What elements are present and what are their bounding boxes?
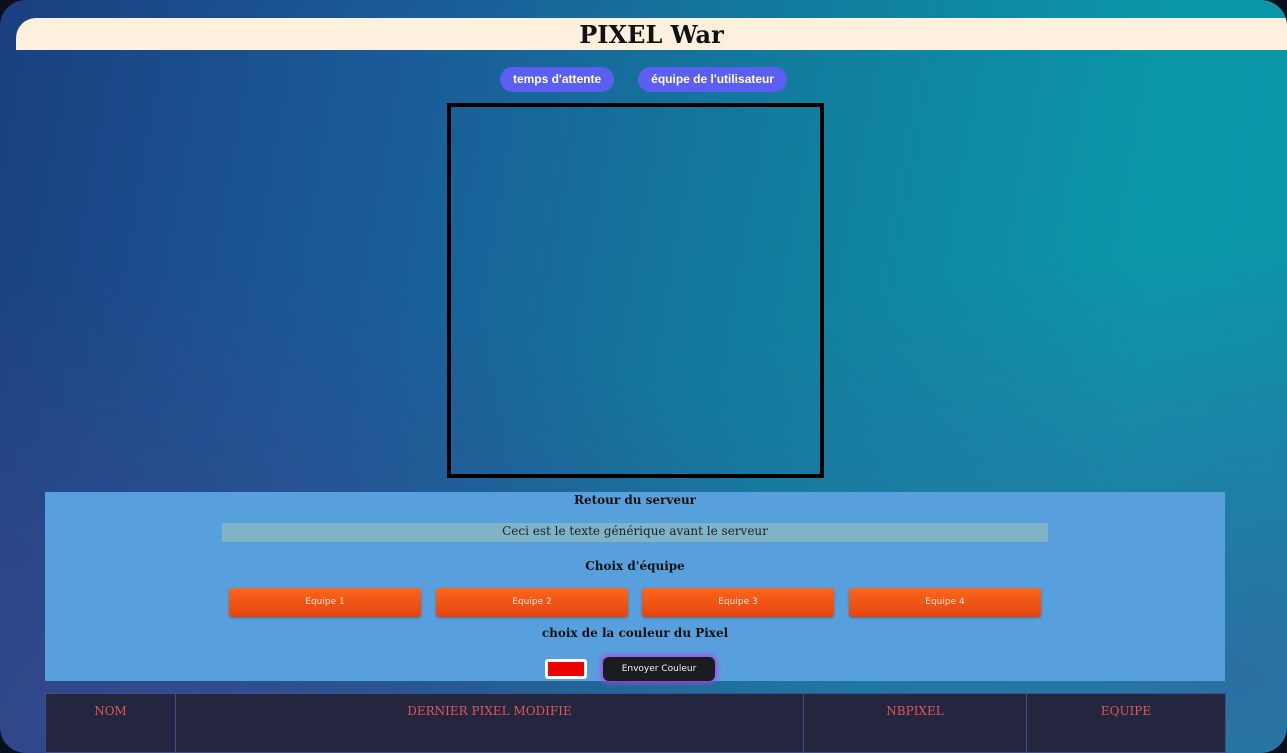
table-header-row: NOM DERNIER PIXEL MODIFIE NBPIXEL EQUIPE (45, 693, 1226, 753)
top-button-bar: temps d'attente équipe de l'utilisateur (0, 67, 1287, 92)
control-panel: Retour du serveur Ceci est le texte géné… (45, 492, 1225, 681)
server-heading: Retour du serveur (573, 493, 697, 507)
team-3-button[interactable]: Equipe 3 (642, 588, 834, 617)
column-header-equipe: EQUIPE (1026, 693, 1226, 753)
column-header-nbpixel: NBPIXEL (803, 693, 1027, 753)
selected-color (548, 662, 584, 676)
color-picker[interactable] (545, 659, 587, 679)
app-window: PIXEL War temps d'attente équipe de l'ut… (0, 0, 1287, 753)
send-color-button[interactable]: Envoyer Couleur (603, 657, 715, 681)
page-title: PIXEL War (16, 18, 1287, 50)
user-team-button[interactable]: équipe de l'utilisateur (638, 67, 788, 92)
server-message: Ceci est le texte générique avant le ser… (222, 523, 1048, 542)
color-heading: choix de la couleur du Pixel (541, 626, 729, 640)
pixel-canvas[interactable] (447, 103, 824, 478)
column-header-dernier-pixel: DERNIER PIXEL MODIFIE (175, 693, 804, 753)
team-heading: Choix d'équipe (585, 559, 685, 573)
stats-table: NOM DERNIER PIXEL MODIFIE NBPIXEL EQUIPE (45, 693, 1226, 753)
team-1-button[interactable]: Equipe 1 (229, 588, 421, 617)
team-2-button[interactable]: Equipe 2 (436, 588, 628, 617)
team-4-button[interactable]: Equipe 4 (849, 588, 1041, 617)
wait-time-button[interactable]: temps d'attente (499, 67, 615, 92)
column-header-nom: NOM (45, 693, 176, 753)
